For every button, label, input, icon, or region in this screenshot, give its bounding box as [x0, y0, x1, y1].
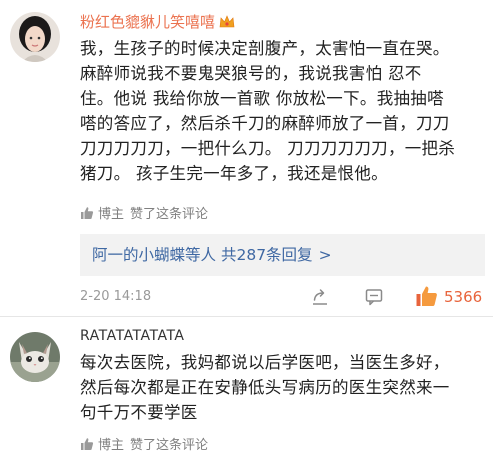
reply-suffix: 等人 [185, 246, 217, 264]
chevron-right-icon: > [318, 246, 332, 264]
comment-line: 住。他说 我给你放一首歌 你放松一下。我抽抽嗒 [80, 89, 444, 108]
reply-user-link[interactable]: 阿一的小蝴蝶 [92, 246, 185, 264]
comment-line: 刀刀刀刀刀，一把什么刀。 刀刀刀刀刀刀，一把杀 [80, 139, 456, 158]
comment-item: RATATATATATA 每次去医院，我妈都说以后学医吧，当医生多好， 然后每次… [0, 318, 493, 463]
comment-line: 然后每次都是正在安静低头写病历的医生突然来一 [80, 378, 450, 397]
liked-text: 赞了这条评论 [130, 207, 209, 222]
comment-line: 句千万不要学医 [80, 403, 198, 422]
comment-text: 我，生孩子的时候决定剖腹产，太害怕一直在哭。 麻醉师说我不要鬼哭狼号的，我说我害… [80, 36, 485, 186]
comment-item: 粉红色貔貅儿笑嘻嘻 我，生孩子的时候决定剖腹产，太害怕一直在哭。 麻醉师说我不要… [0, 0, 493, 316]
share-icon[interactable] [310, 287, 330, 307]
author-label: 博主 [98, 438, 125, 453]
crown-icon [219, 15, 235, 29]
thumb-icon [80, 437, 94, 451]
comment-line: 猪刀。 孩子生完一年多了，我还是恨他。 [80, 164, 388, 183]
author-label: 博主 [98, 207, 125, 222]
author-liked-indicator: 博主 赞了这条评论 [80, 203, 208, 222]
reply-count-link[interactable]: 共287条回复 [221, 246, 313, 264]
comment-footer: 2-20 14:18 5366 [80, 285, 485, 309]
divider [0, 316, 493, 317]
comment-text: 每次去医院，我妈都说以后学医吧，当医生多好， 然后每次都是正在安静低头写病历的医… [80, 350, 485, 425]
comment-line: 嗒的答应了，然后杀千刀的麻醉师放了一首，刀刀 [80, 114, 450, 133]
comment-line: 我，生孩子的时候决定剖腹产，太害怕一直在哭。 [80, 39, 450, 58]
username[interactable]: RATATATATATA [80, 328, 185, 344]
thumb-icon [80, 206, 94, 220]
like-count: 5366 [444, 288, 483, 306]
comment-line: 每次去医院，我妈都说以后学医吧，当医生多好， [80, 353, 450, 372]
comment-icon[interactable] [364, 287, 384, 307]
timestamp: 2-20 14:18 [80, 289, 152, 304]
author-liked-indicator: 博主 赞了这条评论 [80, 434, 208, 453]
username-text[interactable]: 粉红色貔貅儿笑嘻嘻 [80, 13, 215, 31]
like-icon [415, 285, 439, 307]
username[interactable]: 粉红色貔貅儿笑嘻嘻 [80, 11, 235, 32]
liked-text: 赞了这条评论 [130, 438, 209, 453]
avatar[interactable] [10, 12, 60, 62]
replies-summary[interactable]: 阿一的小蝴蝶等人 共287条回复 > [80, 234, 485, 276]
comment-line: 麻醉师说我不要鬼哭狼号的，我说我害怕 忍不 [80, 64, 422, 83]
avatar[interactable] [10, 332, 60, 382]
